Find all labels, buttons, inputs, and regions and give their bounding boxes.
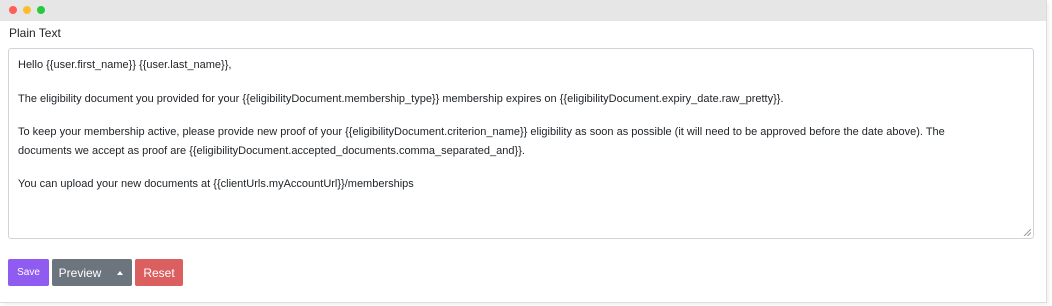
minimize-window-icon[interactable] [23,6,31,14]
save-button[interactable]: Save [8,259,49,286]
maximize-window-icon[interactable] [37,6,45,14]
preview-dropdown-toggle[interactable] [108,259,132,286]
template-line-upload: You can upload your new documents at {{c… [18,178,414,190]
app-window: Plain Text Hello {{user.first_name}} {{u… [0,0,1047,303]
resize-handle-icon[interactable] [1023,228,1031,236]
window-titlebar [0,0,1046,21]
preview-button[interactable]: Preview [52,259,108,286]
plain-text-label: Plain Text [9,26,61,40]
caret-up-icon [117,270,123,275]
template-line-instructions: To keep your membership active, please p… [18,126,945,138]
reset-button[interactable]: Reset [135,259,183,286]
template-line-expiry: The eligibility document you provided fo… [18,92,784,105]
close-window-icon[interactable] [9,6,17,14]
plain-text-textarea[interactable]: Hello {{user.first_name}} {{user.last_na… [8,48,1034,239]
template-line-accepted-documents: documents we accept as proof are {{eligi… [18,144,525,157]
template-line-greeting: Hello {{user.first_name}} {{user.last_na… [18,59,232,71]
